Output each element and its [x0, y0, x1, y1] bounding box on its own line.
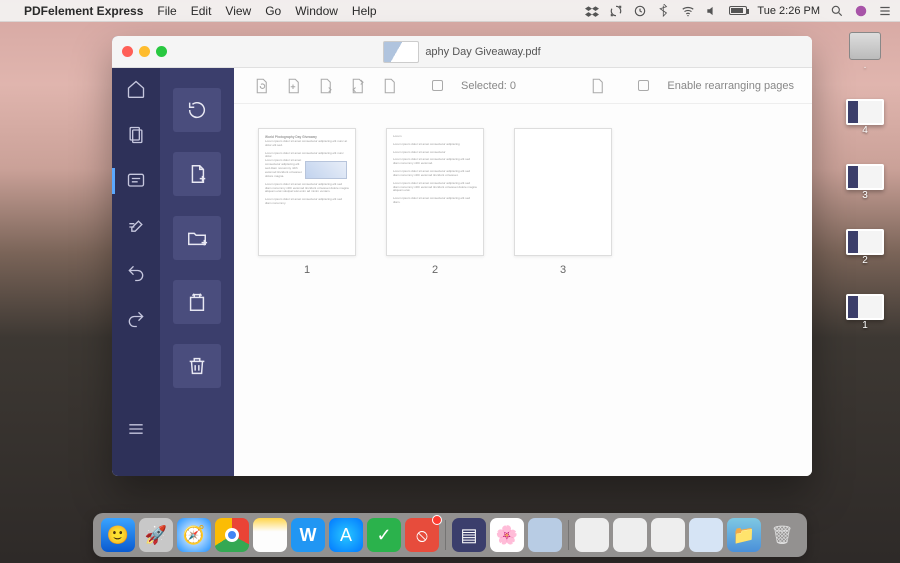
menu-window[interactable]: Window: [295, 4, 338, 18]
pages-grid: World Photography Day Giveaway Lorem ips…: [234, 104, 812, 476]
page-thumb: Lorem Lorem ipsum dolor sit amet consect…: [386, 128, 484, 256]
tool-extract[interactable]: [173, 280, 221, 324]
page-replace-icon[interactable]: [348, 77, 366, 95]
app-menu[interactable]: PDFelement Express: [24, 4, 143, 18]
minimize-button[interactable]: [139, 46, 150, 57]
dock-app-red[interactable]: ⦸: [405, 518, 439, 552]
notification-center-icon[interactable]: [878, 4, 892, 18]
page-item-1[interactable]: World Photography Day Giveaway Lorem ips…: [258, 128, 356, 452]
sidebar-nav: [112, 36, 160, 476]
menu-bar: PDFelement Express File Edit View Go Win…: [0, 0, 900, 22]
desktop-icons: . 4 3 2 1: [840, 32, 890, 331]
dock-check[interactable]: ✓: [367, 518, 401, 552]
menu-file[interactable]: File: [157, 4, 176, 18]
dock-chrome[interactable]: [215, 518, 249, 552]
dock-launchpad[interactable]: 🚀: [139, 518, 173, 552]
page-item-2[interactable]: Lorem Lorem ipsum dolor sit amet consect…: [386, 128, 484, 452]
sync-icon[interactable]: [609, 4, 623, 18]
dock-finder[interactable]: 🙂: [101, 518, 135, 552]
menu-help[interactable]: Help: [352, 4, 377, 18]
menu-view[interactable]: View: [225, 4, 251, 18]
tool-delete[interactable]: [173, 344, 221, 388]
page-label: 3: [560, 264, 566, 276]
title-bar[interactable]: aphy Day Giveaway.pdf: [112, 36, 812, 68]
dock-appstore[interactable]: A: [329, 518, 363, 552]
dock-window-min-3[interactable]: [651, 518, 685, 552]
page-extract-icon[interactable]: [316, 77, 334, 95]
selected-label: Selected: 0: [461, 80, 516, 92]
document-thumb-icon: [383, 41, 419, 63]
nav-menu[interactable]: [125, 418, 147, 440]
selected-checkbox[interactable]: [432, 80, 447, 92]
dock-separator: [568, 520, 569, 550]
dock-pdfelement[interactable]: ▤: [452, 518, 486, 552]
dock-trash[interactable]: 🗑: [765, 518, 799, 552]
dock-window-min-2[interactable]: [613, 518, 647, 552]
dock-window-min-4[interactable]: [689, 518, 723, 552]
dock-wondershare[interactable]: W: [291, 518, 325, 552]
wifi-icon[interactable]: [681, 4, 695, 18]
nav-undo[interactable]: [125, 262, 147, 284]
dock-safari[interactable]: 🧭: [177, 518, 211, 552]
dock-folder[interactable]: 📁: [727, 518, 761, 552]
desktop-screenshot-1[interactable]: 1: [846, 294, 884, 331]
dock-photos[interactable]: 🌸: [490, 518, 524, 552]
rotate-left-icon[interactable]: [252, 77, 270, 95]
dropbox-icon[interactable]: [585, 4, 599, 18]
menu-edit[interactable]: Edit: [191, 4, 212, 18]
status-area: Tue 2:26 PM: [585, 4, 892, 18]
tools-panel: [160, 36, 234, 476]
dock-notes[interactable]: [253, 518, 287, 552]
page-toolbar: Selected: 0 Enable rearranging pages: [234, 68, 812, 104]
rearrange-checkbox[interactable]: [638, 80, 653, 92]
desktop-screenshot-2[interactable]: 2: [846, 229, 884, 266]
page-label: 1: [304, 264, 310, 276]
spotlight-icon[interactable]: [830, 4, 844, 18]
app-window: aphy Day Giveaway.pdf Selected: 0: [112, 36, 812, 476]
nav-redo[interactable]: [125, 308, 147, 330]
time-machine-icon[interactable]: [633, 4, 647, 18]
page-item-3[interactable]: 3: [514, 128, 612, 452]
desktop-screenshot-3[interactable]: 3: [846, 164, 884, 201]
page-label: 2: [432, 264, 438, 276]
dock: 🙂 🚀 🧭 W A ✓ ⦸ ▤ 🌸 📁 🗑: [93, 513, 807, 557]
tool-rotate[interactable]: [173, 88, 221, 132]
nav-comments[interactable]: [125, 170, 147, 192]
desktop-screenshot-4[interactable]: 4: [846, 99, 884, 136]
window-title: aphy Day Giveaway.pdf: [425, 46, 540, 58]
page-thumb: World Photography Day Giveaway Lorem ips…: [258, 128, 356, 256]
page-blank-icon[interactable]: [380, 77, 398, 95]
dock-separator: [445, 520, 446, 550]
desktop-drive[interactable]: .: [849, 32, 881, 71]
clock[interactable]: Tue 2:26 PM: [757, 5, 820, 17]
close-button[interactable]: [122, 46, 133, 57]
fullscreen-button[interactable]: [156, 46, 167, 57]
menu-go[interactable]: Go: [265, 4, 281, 18]
tool-add-from-folder[interactable]: [173, 216, 221, 260]
main-area: Selected: 0 Enable rearranging pages Wor…: [234, 36, 812, 476]
battery-icon[interactable]: [729, 6, 747, 15]
page-thumb: [514, 128, 612, 256]
siri-icon[interactable]: [854, 4, 868, 18]
active-indicator: [112, 168, 115, 194]
rearrange-label: Enable rearranging pages: [667, 80, 794, 92]
nav-edit[interactable]: [125, 216, 147, 238]
dock-window-min-1[interactable]: [575, 518, 609, 552]
tool-add-page[interactable]: [173, 152, 221, 196]
dock-preview[interactable]: [528, 518, 562, 552]
nav-pages[interactable]: [125, 124, 147, 146]
nav-home[interactable]: [125, 78, 147, 100]
volume-icon[interactable]: [705, 4, 719, 18]
page-single-icon[interactable]: [588, 77, 606, 95]
bluetooth-icon[interactable]: [657, 4, 671, 18]
page-add-icon[interactable]: [284, 77, 302, 95]
